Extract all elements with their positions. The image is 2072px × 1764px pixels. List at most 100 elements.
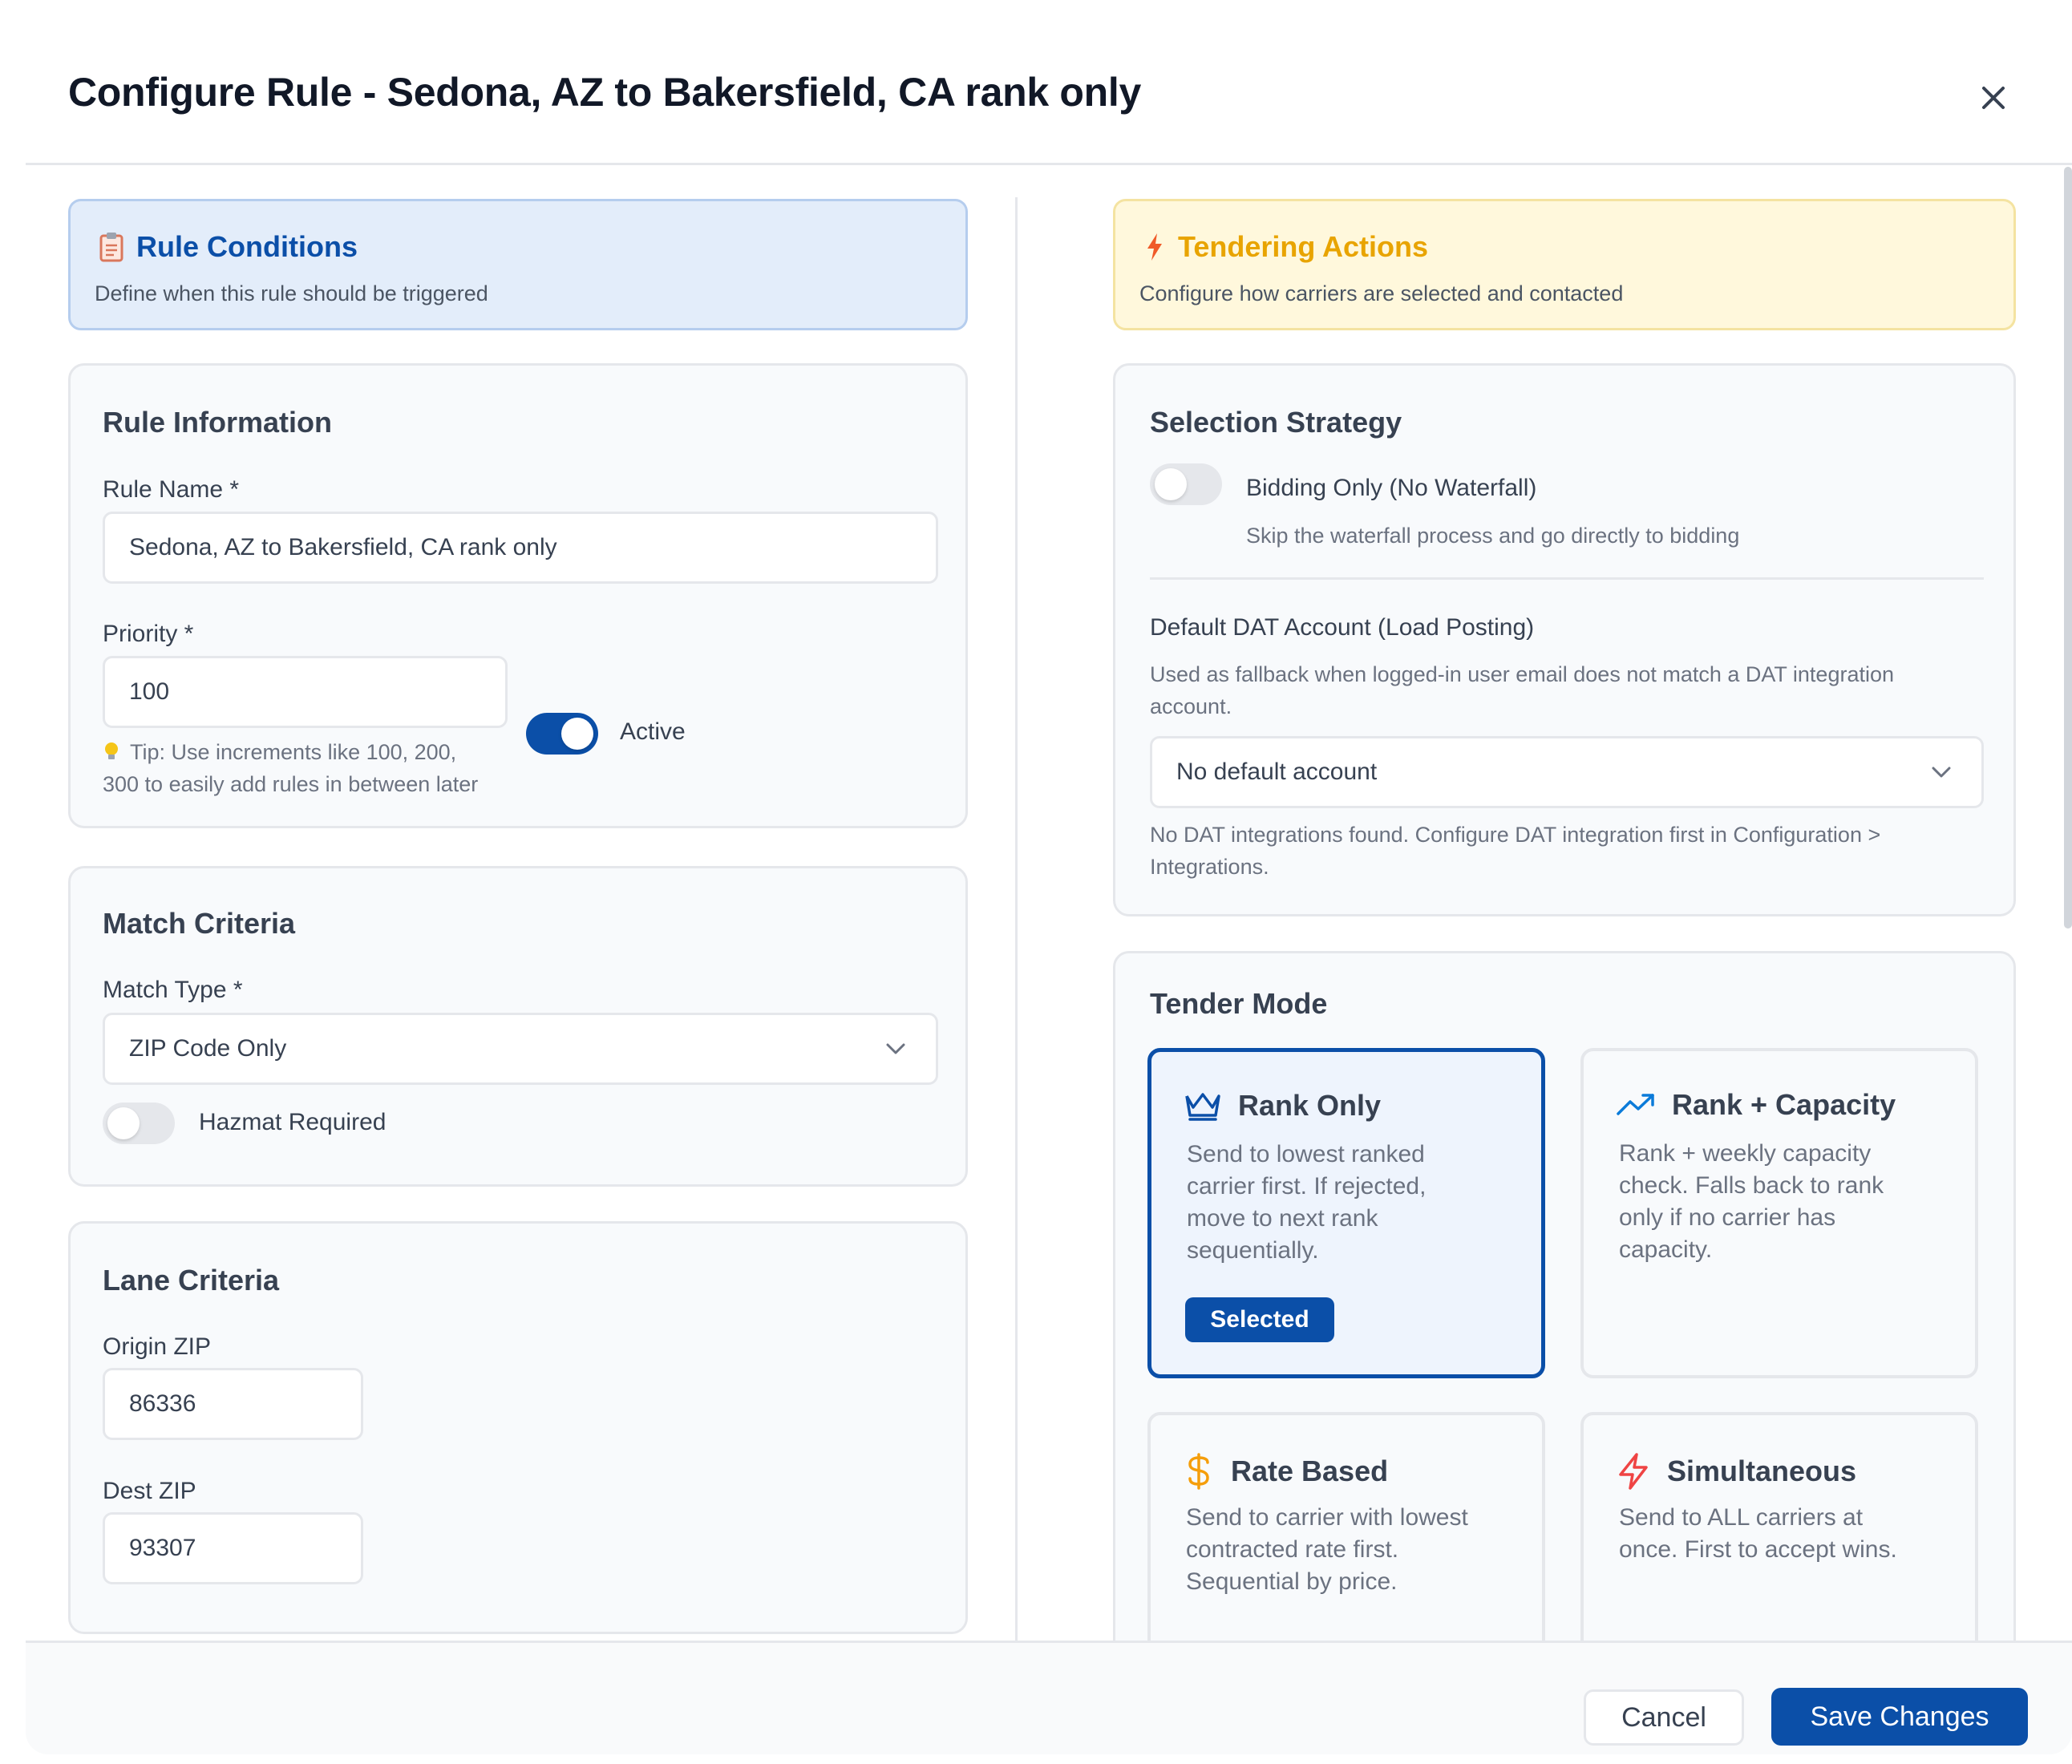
- dest-zip-value: 93307: [129, 1535, 196, 1561]
- active-toggle[interactable]: [526, 713, 598, 755]
- tendering-actions-heading: Tendering Actions: [1144, 230, 1428, 264]
- simultaneous-desc-line: once. First to accept wins.: [1619, 1536, 1897, 1563]
- rank-capacity-name: Rank + Capacity: [1672, 1088, 1896, 1121]
- rank-only-heading: Rank Only: [1184, 1089, 1381, 1123]
- simultaneous-desc-line: Send to ALL carriers at: [1619, 1504, 1864, 1531]
- rank-only-desc-line: Send to lowest ranked: [1187, 1141, 1425, 1167]
- rank-only-desc-line: sequentially.: [1187, 1237, 1319, 1264]
- rule-information-card: Rule Information Rule Name * Sedona, AZ …: [68, 363, 968, 828]
- rule-name-value: Sedona, AZ to Bakersfield, CA rank only: [129, 534, 557, 560]
- tender-mode-card: Tender Mode Rank Only Send to lowest ran…: [1113, 951, 2016, 1701]
- priority-tip-line2: 300 to easily add rules in between later: [103, 772, 479, 796]
- simultaneous-name: Simultaneous: [1667, 1454, 1857, 1487]
- rank-capacity-desc-line: only if no carrier has: [1619, 1204, 1836, 1231]
- dat-account-hint: Used as fallback when logged-in user ema…: [1150, 658, 1984, 722]
- rank-capacity-description: Rank + weekly capacity check. Falls back…: [1619, 1138, 1956, 1266]
- modal-header: Configure Rule - Sedona, AZ to Bakersfie…: [26, 22, 2072, 165]
- scrollbar[interactable]: [2064, 167, 2072, 929]
- dat-integration-warning: No DAT integrations found. Configure DAT…: [1150, 819, 1984, 883]
- clipboard-icon: [99, 233, 123, 262]
- priority-value: 100: [129, 678, 170, 705]
- rule-conditions-banner: Rule Conditions Define when this rule sh…: [68, 199, 968, 330]
- dat-account-select[interactable]: No default account: [1150, 736, 1984, 808]
- rate-based-heading: Rate Based: [1183, 1452, 1388, 1491]
- selection-strategy-card: Selection Strategy Bidding Only (No Wate…: [1113, 363, 2016, 916]
- cancel-button[interactable]: Cancel: [1584, 1689, 1744, 1746]
- match-type-value: ZIP Code Only: [129, 1035, 287, 1062]
- lane-criteria-title: Lane Criteria: [103, 1264, 280, 1297]
- modal-title: Configure Rule - Sedona, AZ to Bakersfie…: [68, 70, 1142, 115]
- active-label: Active: [620, 718, 686, 745]
- rank-only-description: Send to lowest ranked carrier first. If …: [1187, 1139, 1524, 1267]
- tender-mode-title: Tender Mode: [1150, 987, 1328, 1020]
- lane-criteria-card: Lane Criteria Origin ZIP 86336 Dest ZIP …: [68, 1221, 968, 1634]
- hazmat-toggle[interactable]: [103, 1102, 175, 1144]
- lightning-icon: [1619, 1453, 1648, 1490]
- rate-based-desc-line: Send to carrier with lowest: [1186, 1504, 1468, 1531]
- rank-capacity-desc-line: check. Falls back to rank: [1619, 1172, 1884, 1199]
- section-divider: [1150, 577, 1984, 580]
- bidding-only-label: Bidding Only (No Waterfall): [1246, 475, 1537, 501]
- priority-tip-line1: Tip: Use increments like 100, 200,: [130, 740, 457, 764]
- crown-icon: [1185, 1093, 1220, 1121]
- rule-conditions-heading: Rule Conditions: [99, 230, 358, 264]
- rank-capacity-heading: Rank + Capacity: [1616, 1088, 1896, 1122]
- rank-only-desc-line: move to next rank: [1187, 1205, 1378, 1232]
- chevron-down-icon: [1932, 767, 1951, 778]
- tendering-actions-banner: Tendering Actions Configure how carriers…: [1113, 199, 2016, 330]
- match-criteria-title: Match Criteria: [103, 907, 296, 940]
- trending-up-icon: [1617, 1094, 1654, 1115]
- tendering-actions-subtitle: Configure how carriers are selected and …: [1139, 281, 1624, 305]
- rate-based-desc-line: Sequential by price.: [1186, 1568, 1398, 1595]
- chevron-down-icon: [886, 1043, 905, 1054]
- rate-based-description: Send to carrier with lowest contracted r…: [1186, 1502, 1523, 1598]
- dat-account-value: No default account: [1176, 759, 1378, 785]
- close-button[interactable]: [1971, 75, 2016, 120]
- match-type-label: Match Type *: [103, 977, 243, 1003]
- dat-account-hint-line1: Used as fallback when logged-in user ema…: [1150, 662, 1895, 686]
- rank-capacity-desc-line: capacity.: [1619, 1236, 1713, 1263]
- rule-name-label: Rule Name *: [103, 476, 240, 503]
- tender-mode-rank-capacity[interactable]: Rank + Capacity Rank + weekly capacity c…: [1580, 1048, 1978, 1378]
- active-toggle-knob: [561, 718, 593, 750]
- simultaneous-heading: Simultaneous: [1616, 1452, 1856, 1491]
- match-criteria-card: Match Criteria Match Type * ZIP Code Onl…: [68, 866, 968, 1187]
- dat-warning-line1: No DAT integrations found. Configure DAT…: [1150, 823, 1881, 847]
- priority-tip: Tip: Use increments like 100, 200, 300 t…: [103, 736, 520, 800]
- bidding-only-toggle[interactable]: [1150, 463, 1222, 505]
- modal-footer: Cancel Save Changes: [26, 1641, 2072, 1754]
- rule-conditions-title: Rule Conditions: [136, 230, 358, 263]
- dat-warning-line2: Integrations.: [1150, 855, 1269, 879]
- selection-strategy-title: Selection Strategy: [1150, 406, 1402, 439]
- tender-mode-rank-only[interactable]: Rank Only Send to lowest ranked carrier …: [1147, 1048, 1545, 1378]
- dat-account-hint-line2: account.: [1150, 694, 1232, 718]
- column-divider: [1015, 197, 1018, 1650]
- hazmat-toggle-knob: [107, 1107, 140, 1139]
- dest-zip-input[interactable]: 93307: [103, 1512, 363, 1584]
- dollar-icon: [1188, 1453, 1209, 1490]
- priority-label: Priority *: [103, 621, 194, 647]
- match-type-select[interactable]: ZIP Code Only: [103, 1013, 938, 1085]
- origin-zip-label: Origin ZIP: [103, 1333, 212, 1360]
- tendering-actions-title: Tendering Actions: [1178, 230, 1429, 263]
- rule-name-input[interactable]: Sedona, AZ to Bakersfield, CA rank only: [103, 512, 938, 584]
- configure-rule-modal: Configure Rule - Sedona, AZ to Bakersfie…: [26, 22, 2072, 1754]
- rate-based-name: Rate Based: [1231, 1454, 1389, 1487]
- lightbulb-icon: [105, 742, 118, 759]
- rate-based-desc-line: contracted rate first.: [1186, 1536, 1399, 1563]
- bidding-only-toggle-knob: [1155, 468, 1187, 500]
- hazmat-label: Hazmat Required: [199, 1109, 386, 1135]
- close-icon: [1982, 87, 2005, 109]
- priority-input[interactable]: 100: [103, 656, 508, 728]
- rule-information-title: Rule Information: [103, 406, 332, 439]
- origin-zip-input[interactable]: 86336: [103, 1368, 363, 1440]
- selected-badge: Selected: [1185, 1297, 1334, 1342]
- lightning-icon: [1147, 233, 1162, 261]
- bidding-only-hint: Skip the waterfall process and go direct…: [1246, 524, 1740, 548]
- rule-conditions-subtitle: Define when this rule should be triggere…: [95, 281, 488, 305]
- rank-only-name: Rank Only: [1238, 1089, 1382, 1122]
- rank-capacity-desc-line: Rank + weekly capacity: [1619, 1140, 1872, 1167]
- save-changes-button[interactable]: Save Changes: [1771, 1688, 2028, 1746]
- origin-zip-value: 86336: [129, 1390, 196, 1417]
- rank-only-desc-line: carrier first. If rejected,: [1187, 1173, 1427, 1200]
